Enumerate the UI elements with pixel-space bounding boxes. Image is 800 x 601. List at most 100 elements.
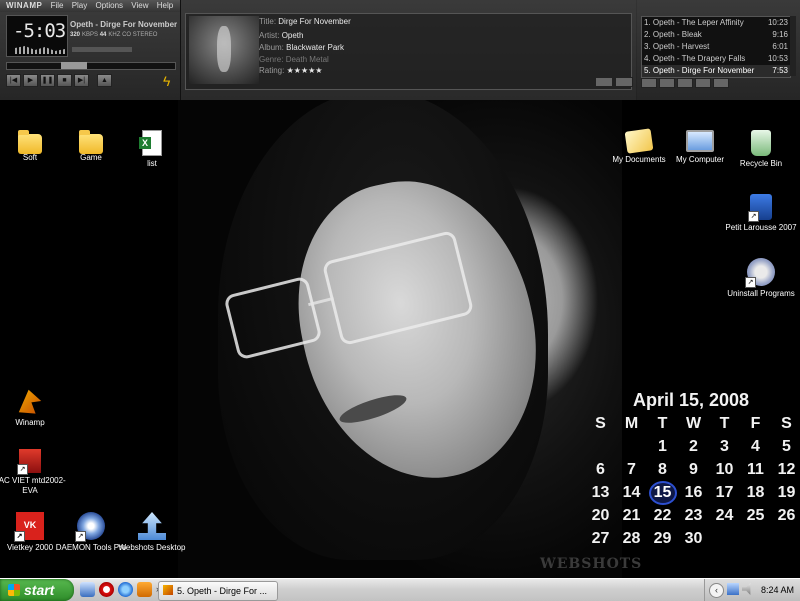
calendar-day: 1 — [658, 438, 667, 455]
calendar-day: 17 — [715, 484, 734, 501]
start-button[interactable]: start — [0, 579, 74, 601]
calendar-day: 22 — [653, 507, 672, 524]
opera-icon[interactable] — [99, 582, 114, 597]
playlist-item[interactable]: 4. Opeth - The Drapery Falls 10:53 — [642, 53, 790, 65]
bitrate-info: 320 KBPS 44 KHZ CO STEREO — [70, 32, 178, 38]
desktop-icon-recycle-bin[interactable]: Recycle Bin — [723, 130, 799, 169]
seek-bar[interactable] — [6, 62, 176, 70]
info-rating[interactable]: Rating: ★★★★★ — [259, 66, 322, 75]
playlist-panel: 1. Opeth - The Leper Affinity 10:23 2. Op… — [637, 0, 800, 100]
quick-launch: » — [80, 582, 164, 597]
eject-button[interactable]: ▲ — [97, 74, 112, 87]
calendar-weekday: S — [595, 415, 606, 432]
windows-flag-icon — [8, 584, 20, 596]
info-toolbar-button-1[interactable] — [595, 77, 613, 87]
folder-icon — [79, 130, 103, 154]
calendar-title: April 15, 2008 — [632, 390, 750, 410]
info-toolbar — [595, 77, 633, 87]
desktop-icon-lacviet[interactable]: ↗ LAC VIET mtd2002-EVA — [0, 449, 68, 496]
shortcut-arrow-icon: ↗ — [748, 211, 759, 222]
menu-help[interactable]: Help — [157, 1, 173, 10]
calendar-day: 14 — [622, 484, 641, 501]
menu-play[interactable]: Play — [72, 1, 88, 10]
playlist-add-button[interactable] — [641, 78, 657, 88]
my-computer-icon — [686, 130, 714, 152]
calendar-weekday: M — [624, 415, 639, 432]
calendar-weekday: W — [685, 415, 702, 432]
song-title-ticker: Opeth - Dirge For November — [70, 20, 178, 29]
playlist-item[interactable]: 2. Opeth - Bleak 9:16 — [642, 29, 790, 41]
next-button[interactable]: ▶| — [74, 74, 89, 87]
calendar-day: 28 — [622, 530, 641, 547]
calendar-day: 5 — [782, 438, 791, 455]
volume-icon[interactable] — [742, 583, 751, 595]
pause-button[interactable]: ❚❚ — [40, 74, 55, 87]
playlist-item[interactable]: 1. Opeth - The Leper Affinity 10:23 — [642, 17, 790, 29]
previous-button[interactable]: |◀ — [6, 74, 21, 87]
excel-file-icon — [139, 130, 162, 156]
system-tray: ‹ 8:24 AM — [704, 579, 800, 601]
lacviet-icon: ↗ — [17, 449, 41, 475]
playlist-item-current[interactable]: 5. Opeth - Dirge For November 7:53 — [642, 65, 790, 77]
playlist-misc-button[interactable] — [695, 78, 711, 88]
rating-stars[interactable]: ★★★★★ — [287, 66, 323, 75]
vietkey-icon: VK ↗ — [14, 512, 44, 542]
calendar-day: 11 — [747, 461, 764, 478]
calendar-day: 30 — [684, 530, 703, 547]
album-art-figure — [217, 26, 231, 72]
bitrate-value: 320 — [70, 32, 81, 38]
calendar-day: 24 — [715, 507, 734, 524]
desktop-icon-list[interactable]: list — [114, 130, 190, 169]
desktop-icon-webshots[interactable]: Webshots Desktop — [114, 512, 190, 553]
playlist-scrollbar[interactable] — [790, 16, 796, 76]
winamp-window[interactable]: WINAMP File Play Options View Help -5:03… — [0, 0, 800, 100]
info-album: Album: Blackwater Park — [259, 43, 344, 52]
lightning-icon[interactable]: ϟ — [163, 73, 170, 89]
play-button[interactable]: ▶ — [23, 74, 38, 87]
time-remaining: -5:03 — [13, 20, 66, 42]
clock[interactable]: 8:24 AM — [761, 579, 794, 601]
desktop-icon-winamp[interactable]: Winamp — [0, 387, 68, 428]
time-display[interactable]: -5:03 — [6, 15, 68, 57]
playlist-remove-button[interactable] — [659, 78, 675, 88]
seek-knob[interactable] — [61, 62, 87, 69]
playlist-item[interactable]: 3. Opeth - Harvest 6:01 — [642, 41, 790, 53]
menu-view[interactable]: View — [131, 1, 148, 10]
calendar-day: 13 — [591, 484, 610, 501]
info-title: Title: Dirge For November — [259, 17, 351, 26]
internet-explorer-icon[interactable] — [118, 582, 133, 597]
calendar-grid: S M T W T F S 1 2 3 4 5 6 7 8 9 10 11 12 13 14 15 16 17 18 19 20 21… — [585, 412, 797, 550]
calendar-day: 20 — [591, 507, 610, 524]
show-desktop-icon[interactable] — [80, 582, 95, 597]
menu-file[interactable]: File — [51, 1, 64, 10]
stop-button[interactable]: ■ — [57, 74, 72, 87]
playlist-select-button[interactable] — [677, 78, 693, 88]
desktop-icon-petit-larousse[interactable]: ↗ Petit Larousse 2007 — [723, 194, 799, 233]
folder-icon — [18, 130, 42, 154]
info-artist: Artist: Opeth — [259, 31, 304, 40]
info-toolbar-button-2[interactable] — [615, 77, 633, 87]
taskbar: start » 5. Opeth - Dirge For ... ‹ 8:24 … — [0, 578, 800, 601]
calendar-day: 26 — [777, 507, 796, 524]
chevron-left-icon[interactable]: ‹ — [709, 583, 724, 598]
shortcut-arrow-icon: ↗ — [14, 531, 25, 542]
calendar-day: 12 — [777, 461, 796, 478]
channels-indicator: CO STEREO — [122, 32, 158, 38]
calendar-day: 8 — [658, 461, 667, 478]
network-icon[interactable] — [727, 583, 739, 595]
taskbar-button-winamp[interactable]: 5. Opeth - Dirge For ... — [158, 581, 278, 601]
volume-slider[interactable] — [72, 47, 132, 52]
webshots-watermark: WEBSHOTS — [540, 556, 643, 572]
calendar-day: 10 — [715, 461, 734, 478]
playlist-list-button[interactable] — [713, 78, 729, 88]
calendar-day: 21 — [622, 507, 641, 524]
playlist-list[interactable]: 1. Opeth - The Leper Affinity 10:23 2. Op… — [641, 16, 791, 78]
info-genre: Genre: Death Metal — [259, 55, 329, 64]
calendar-weekday: F — [750, 415, 761, 432]
calendar-day: 29 — [653, 530, 672, 547]
menu-options[interactable]: Options — [95, 1, 123, 10]
spectrum-analyzer[interactable] — [15, 46, 65, 54]
desktop-icon-uninstall[interactable]: ↗ Uninstall Programs — [723, 258, 799, 299]
media-player-icon[interactable] — [137, 582, 152, 597]
winamp-menu-bar[interactable]: WINAMP File Play Options View Help — [0, 0, 180, 12]
